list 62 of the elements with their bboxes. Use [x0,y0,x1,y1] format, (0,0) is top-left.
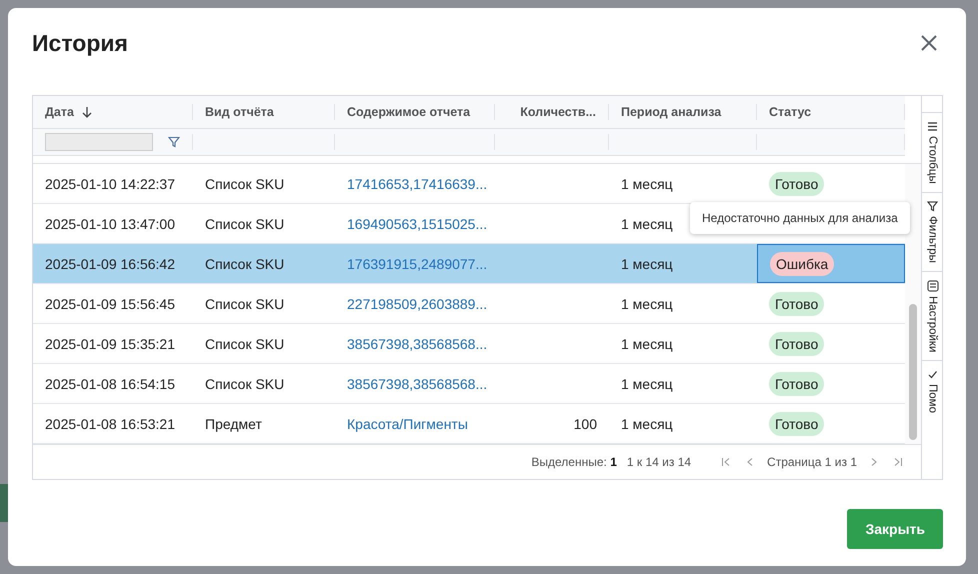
scrollbar-thumb[interactable] [909,304,917,440]
first-page-icon[interactable] [721,457,732,467]
column-header[interactable]: Статус [769,105,812,119]
next-page-icon[interactable] [869,457,879,467]
column-header[interactable]: Дата [45,105,74,119]
filter-input[interactable] [45,133,153,151]
status-badge: Готово [769,412,824,436]
date-cell: 2025-01-09 16:56:42 [45,256,175,272]
report-type-cell: Список SKU [205,296,284,312]
columns-icon [927,121,938,132]
filter-icon[interactable] [168,136,180,148]
period-cell: 1 месяц [621,416,673,432]
table-row[interactable]: 2025-01-09 16:56:42 Список SKU 176391915,2489077... 1 месяц Ошибка [33,244,905,284]
side-panel-tab[interactable]: Столбцы [922,112,943,192]
side-panel-tab[interactable]: Настройки [922,270,943,360]
report-type-cell: Список SKU [205,176,284,192]
status-badge: Готово [769,372,824,396]
period-cell: 1 месяц [621,336,673,352]
status-badge: Готово [769,172,824,196]
close-icon[interactable] [920,34,938,52]
dialog-title: История [32,30,128,56]
period-cell: 1 месяц [621,216,673,232]
date-cell: 2025-01-08 16:53:21 [45,416,175,432]
period-cell: 1 месяц [621,256,673,272]
content-link[interactable]: Красота/Пигменты [347,416,468,432]
page-indicator: Страница 1 из 1 [767,455,857,469]
report-type-cell: Список SKU [205,376,284,392]
content-link[interactable]: 169490563,1515025... [347,216,488,232]
last-page-icon[interactable] [893,457,903,467]
report-type-cell: Список SKU [205,216,284,232]
tooltip: Недостаточно данных для анализа [690,202,910,234]
report-type-cell: Список SKU [205,336,284,352]
period-cell: 1 месяц [621,176,673,192]
date-cell: 2025-01-08 16:54:15 [45,376,175,392]
report-type-cell: Список SKU [205,256,284,272]
content-link[interactable]: 38567398,38568568... [347,336,488,352]
content-link[interactable]: 38567398,38568568... [347,376,488,392]
row-range: 1 к 14 из 14 [626,455,692,469]
column-header[interactable]: Содержимое отчета [347,105,470,119]
content-link[interactable]: 227198509,2603889... [347,296,488,312]
date-cell: 2025-01-10 13:47:00 [45,216,175,232]
check-icon [927,369,938,380]
side-panel-tab[interactable]: Помо [922,360,943,428]
count-cell: 100 [574,416,597,432]
status-badge: Ошибка [770,252,834,276]
date-cell: 2025-01-10 14:22:37 [45,176,175,192]
period-cell: 1 месяц [621,376,673,392]
filter-icon [927,200,938,212]
status-badge: Готово [769,332,824,356]
selected-count: Выделенные: 1 [531,455,617,469]
status-badge: Готово [769,292,824,316]
settings-icon [926,280,938,292]
period-cell: 1 месяц [621,296,673,312]
sort-arrow-icon[interactable] [82,106,92,118]
column-header[interactable]: Количеств... [520,105,596,119]
content-link[interactable]: 17416653,17416639... [347,176,488,192]
column-header[interactable]: Период анализа [621,105,722,119]
column-header[interactable]: Вид отчёта [205,105,274,119]
date-cell: 2025-01-09 15:35:21 [45,336,175,352]
date-cell: 2025-01-09 15:56:45 [45,296,175,312]
side-panel-tab[interactable]: Фильтры [922,192,943,271]
report-type-cell: Предмет [205,416,262,432]
